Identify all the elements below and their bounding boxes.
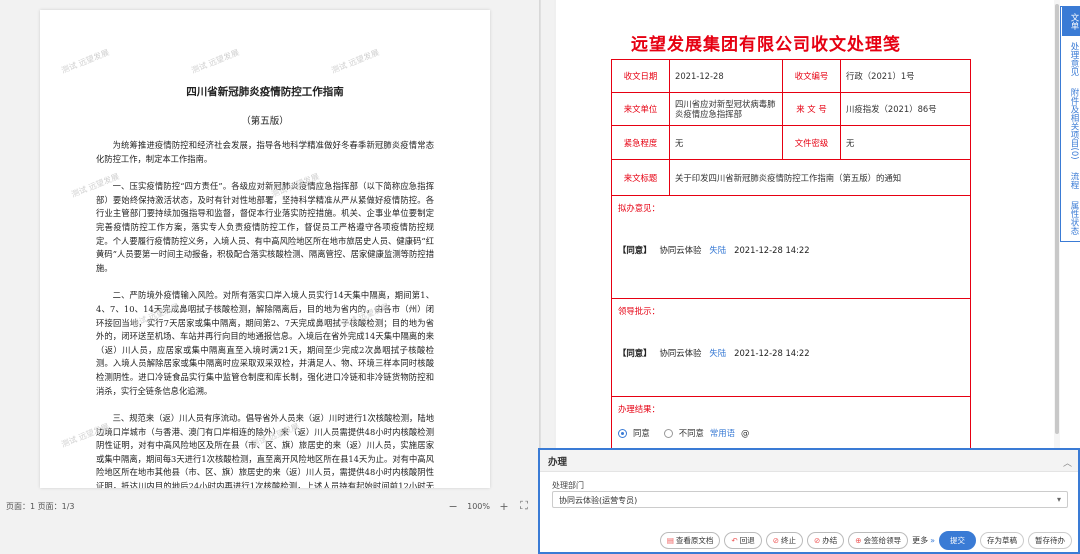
document-paragraph: 为统筹推进疫情防控和经济社会发展，指导各地科学精准做好冬春季新冠肺炎疫情常态化防… bbox=[96, 140, 434, 164]
tab-properties[interactable]: 属性状态 bbox=[1062, 195, 1080, 241]
field-label: 收文日期 bbox=[612, 60, 670, 92]
plus-circle-icon: ⊕ bbox=[855, 535, 862, 545]
double-chevron-icon: » bbox=[930, 535, 935, 545]
document-paragraph: 一、压实疫情防控“四方责任”。各级应对新冠肺炎疫情应急指挥部（以下简称应急指挥部… bbox=[96, 181, 434, 273]
hold-button[interactable]: 暂存待办 bbox=[1028, 531, 1072, 549]
form-row: 紧急程度 无 文件密级 无 bbox=[612, 126, 970, 160]
tab-attachments[interactable]: 附件及相关项目(0) bbox=[1062, 82, 1080, 166]
leader-section: 领导批示： 【同意】 协同云体验 失陆 2021-12-28 14:22 bbox=[612, 299, 970, 397]
zoom-level: 100% bbox=[467, 501, 490, 511]
disagree-label: 不同意 bbox=[678, 428, 704, 438]
tab-opinions[interactable]: 处理意见 bbox=[1062, 36, 1080, 82]
watermark: 测试 远望发展 bbox=[60, 47, 111, 76]
terminate-button[interactable]: ⊘ 终止 bbox=[765, 531, 803, 549]
received-date-value: 2021-12-28 bbox=[670, 60, 783, 92]
opinion-person: 协同云体验 bbox=[659, 245, 702, 255]
proposal-entry: 【同意】 协同云体验 失陆 2021-12-28 14:22 bbox=[618, 244, 810, 256]
watermark: 测试 远望发展 bbox=[330, 47, 381, 76]
field-label: 文件密级 bbox=[783, 126, 841, 159]
signature: 失陆 bbox=[709, 348, 727, 358]
button-label: 办结 bbox=[822, 535, 838, 545]
dept-select[interactable]: 协同云体验(运营专员) ▾ bbox=[552, 491, 1068, 508]
agree-radio[interactable] bbox=[618, 428, 627, 438]
form-row: 收文日期 2021-12-28 收文编号 行政（2021）1号 bbox=[612, 60, 970, 93]
source-unit-value: 四川省应对新型冠状病毒肺炎疫情应急指挥部 bbox=[670, 93, 783, 125]
form-row: 来文单位 四川省应对新型冠状病毒肺炎疫情应急指挥部 来 文 号 川疫指发（202… bbox=[612, 93, 970, 126]
form-table: 收文日期 2021-12-28 收文编号 行政（2021）1号 来文单位 四川省… bbox=[611, 59, 971, 458]
button-label: 回退 bbox=[739, 535, 755, 545]
watermark: 测试 远望发展 bbox=[190, 47, 241, 76]
form-title: 远望发展集团有限公司收文处理笺 bbox=[631, 35, 901, 55]
urgency-value: 无 bbox=[670, 126, 783, 159]
more-label: 更多 bbox=[912, 535, 929, 545]
zoom-out-button[interactable]: − bbox=[447, 500, 459, 513]
common-phrase-link[interactable]: 常用语 bbox=[710, 427, 735, 439]
viewer-status-bar: 页面：1 页面：1/3 − 100% + ⛶ bbox=[0, 494, 540, 514]
complete-button[interactable]: ⊘ 办结 bbox=[807, 531, 845, 549]
zoom-in-button[interactable]: + bbox=[498, 500, 510, 513]
zoom-controls: − 100% + ⛶ bbox=[447, 499, 530, 513]
dept-label: 处理部门 bbox=[552, 481, 584, 490]
button-label: 终止 bbox=[781, 535, 796, 545]
stop-icon: ⊘ bbox=[772, 535, 779, 545]
button-label: 会签给领导 bbox=[863, 535, 902, 545]
tab-form[interactable]: 文单 bbox=[1062, 7, 1080, 36]
document-title: 四川省新冠肺炎疫情防控工作指南 bbox=[186, 86, 344, 98]
action-bar: ▤ 查看原文档 ↶ 回退 ⊘ 终止 ⊘ 办结 ⊕ 会签给领导 更多» 提交 存为草稿 暂存… bbox=[540, 528, 1078, 552]
opinion-tag: 【同意】 bbox=[618, 348, 652, 358]
action-title: 办理 bbox=[548, 456, 568, 468]
return-button[interactable]: ↶ 回退 bbox=[724, 531, 762, 549]
opinion-time: 2021-12-28 14:22 bbox=[734, 348, 810, 358]
received-number-value: 行政（2021）1号 bbox=[846, 71, 915, 81]
form-row: 来文标题 关于印发四川省新冠肺炎疫情防控工作指南（第五版）的通知 bbox=[612, 160, 970, 196]
document-icon: ▤ bbox=[666, 535, 674, 545]
fit-page-icon[interactable]: ⛶ bbox=[518, 499, 530, 513]
chevron-down-icon: ▾ bbox=[1056, 495, 1061, 504]
document-number-value: 川疫指发（2021）86号 bbox=[846, 104, 937, 114]
document-paragraph: 二、严防境外疫情输入风险。对所有落实口岸入境人员实行14天集中隔离，期间第1、4… bbox=[96, 290, 434, 396]
submit-button[interactable]: 提交 bbox=[939, 530, 976, 550]
document-page: 四川省新冠肺炎疫情防控工作指南 （第五版） 为统筹推进疫情防控和经济社会发展，指… bbox=[40, 10, 490, 488]
field-label: 收文编号 bbox=[783, 60, 841, 92]
signature: 失陆 bbox=[709, 245, 727, 255]
document-subtitle: （第五版） bbox=[241, 116, 289, 127]
opinion-person: 协同云体验 bbox=[659, 348, 702, 358]
save-draft-button[interactable]: 存为草稿 bbox=[980, 531, 1024, 549]
agree-label: 同意 bbox=[633, 428, 650, 438]
leader-entry: 【同意】 协同云体验 失陆 2021-12-28 14:22 bbox=[618, 347, 810, 359]
mention-icon[interactable]: @ bbox=[741, 428, 749, 438]
field-label: 来 文 号 bbox=[783, 93, 841, 125]
countersign-button[interactable]: ⊕ 会签给领导 bbox=[848, 531, 909, 549]
classification-value: 无 bbox=[846, 137, 855, 148]
field-label: 来文标题 bbox=[612, 160, 670, 195]
dept-select-value: 协同云体验(运营专员) bbox=[559, 496, 638, 505]
page-indicator: 页面：1 页面：1/3 bbox=[6, 502, 75, 511]
field-label: 来文单位 bbox=[612, 93, 670, 125]
proposal-title: 拟办意见： bbox=[618, 203, 660, 213]
stop-icon: ⊘ bbox=[814, 535, 821, 545]
more-menu[interactable]: 更多» bbox=[912, 535, 935, 546]
action-panel: 办理 ︿ 处理部门 协同云体验(运营专员) ▾ ▤ 查看原文档 ↶ 回退 ⊘ 终止 ⊘… bbox=[538, 448, 1080, 554]
tab-workflow[interactable]: 流程 bbox=[1062, 166, 1080, 195]
field-label: 紧急程度 bbox=[612, 126, 670, 159]
action-header: 办理 bbox=[540, 450, 1078, 472]
view-original-button[interactable]: ▤ 查看原文档 bbox=[659, 531, 721, 549]
opinion-tag: 【同意】 bbox=[618, 245, 652, 255]
button-label: 查看原文档 bbox=[675, 535, 714, 545]
scrollbar-thumb[interactable] bbox=[1055, 4, 1059, 434]
document-viewer: 四川省新冠肺炎疫情防控工作指南 （第五版） 为统筹推进疫情防控和经济社会发展，指… bbox=[0, 0, 540, 554]
undo-icon: ↶ bbox=[731, 535, 738, 545]
opinion-time: 2021-12-28 14:22 bbox=[734, 245, 810, 255]
result-options: 同意 不同意 常用语 @ bbox=[618, 427, 964, 439]
disagree-radio[interactable] bbox=[663, 428, 673, 438]
proposal-section: 拟办意见： 【同意】 协同云体验 失陆 2021-12-28 14:22 bbox=[612, 196, 970, 299]
leader-title: 领导批示： bbox=[618, 306, 660, 316]
result-title: 办理结果： bbox=[618, 404, 660, 414]
document-paragraph: 三、规范来（返）川人员有序流动。倡导省外人员来（返）川时进行1次核酸检测，陆地边… bbox=[96, 413, 434, 488]
collapse-icon[interactable]: ︿ bbox=[1063, 456, 1072, 469]
subject-value: 关于印发四川省新冠肺炎疫情防控工作指南（第五版）的通知 bbox=[675, 172, 902, 183]
